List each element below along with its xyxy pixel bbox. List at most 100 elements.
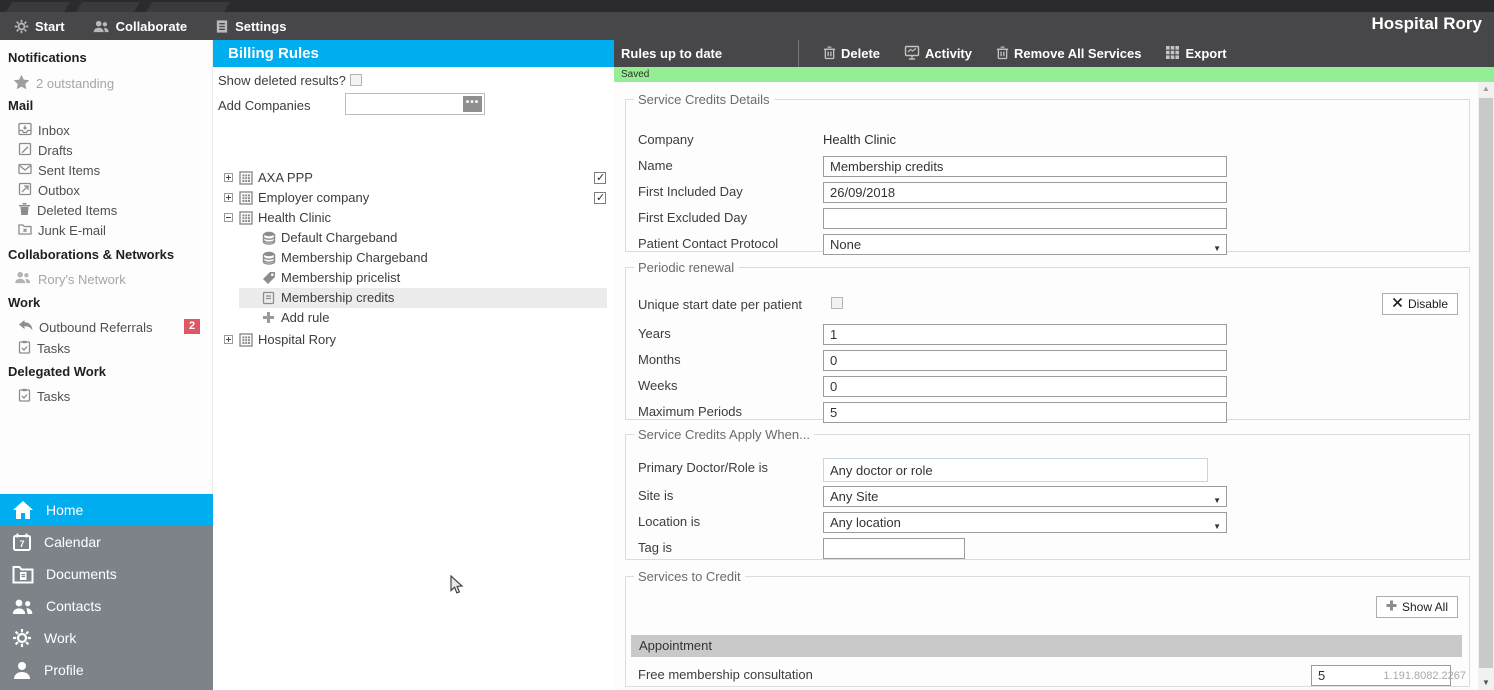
- company-checkbox[interactable]: [594, 191, 606, 204]
- company-checkbox[interactable]: [594, 171, 606, 184]
- remove-all-services-button[interactable]: Remove All Services: [984, 40, 1153, 67]
- nav-item-label: Home: [46, 502, 84, 518]
- nav-item-documents[interactable]: Documents: [0, 558, 213, 590]
- section-legend: Services to Credit: [638, 569, 741, 584]
- tree-row-membership-chargeband[interactable]: Membership Chargeband: [213, 248, 614, 268]
- years-input[interactable]: [823, 324, 1227, 345]
- tree-node-label: Membership credits: [281, 290, 395, 305]
- company-label: Company: [638, 132, 694, 147]
- sidebar-item-work-tasks[interactable]: Tasks: [18, 340, 70, 357]
- primary-doctor-role-input[interactable]: [823, 458, 1208, 482]
- start-button[interactable]: Start: [0, 12, 79, 40]
- unique-start-date-checkbox[interactable]: [831, 297, 843, 309]
- toolbar-divider: [798, 40, 799, 67]
- nav-item-profile[interactable]: Profile: [0, 654, 213, 686]
- rules-detail-panel: Rules up to date Delete Activity Remove …: [614, 40, 1494, 690]
- application-window: Start Collaborate Settings Hospital Rory: [0, 0, 1494, 690]
- tree-row-membership-pricelist[interactable]: Membership pricelist: [213, 268, 614, 288]
- expand-icon[interactable]: [224, 335, 233, 344]
- settings-label: Settings: [235, 18, 287, 34]
- tree-row-axa-ppp[interactable]: AXA PPP: [213, 168, 614, 188]
- work-header: Work: [8, 295, 41, 310]
- show-deleted-checkbox[interactable]: [350, 74, 362, 86]
- delegated-work-header: Delegated Work: [8, 364, 107, 379]
- section-legend: Periodic renewal: [638, 260, 735, 275]
- nav-item-calendar[interactable]: 7 Calendar: [0, 526, 213, 558]
- tree-row-membership-credits[interactable]: Membership credits: [213, 288, 614, 308]
- nav-item-label: Documents: [46, 566, 117, 582]
- settings-button[interactable]: Settings: [201, 12, 300, 40]
- patient-contact-protocol-select[interactable]: None: [823, 234, 1227, 258]
- scroll-up-arrow-icon[interactable]: ▲: [1478, 82, 1494, 96]
- maximum-periods-input[interactable]: [823, 402, 1227, 423]
- sidebar-item-label: Drafts: [38, 143, 73, 158]
- site-is-label: Site is: [638, 488, 674, 503]
- notifications-header: Notifications: [8, 50, 87, 65]
- months-input[interactable]: [823, 350, 1227, 371]
- disable-button[interactable]: Disable: [1381, 293, 1458, 315]
- first-included-day-input[interactable]: [823, 182, 1227, 203]
- add-companies-input[interactable]: •••: [345, 93, 485, 115]
- collaborate-button[interactable]: Collaborate: [79, 12, 202, 40]
- sidebar-item-deleted-items[interactable]: Deleted Items: [18, 202, 117, 219]
- sidebar-item-rorys-network[interactable]: Rory's Network: [14, 270, 126, 288]
- sidebar-item-junk-email[interactable]: Junk E-mail: [18, 222, 106, 239]
- chrome-tab[interactable]: [146, 2, 230, 12]
- nav-item-home[interactable]: Home: [0, 494, 213, 526]
- disable-label: Disable: [1407, 297, 1448, 311]
- scroll-down-arrow-icon[interactable]: ▼: [1478, 676, 1494, 690]
- company-value: Health Clinic: [823, 132, 896, 147]
- collapse-icon[interactable]: [224, 213, 233, 222]
- chrome-tab[interactable]: [76, 2, 140, 12]
- activity-button[interactable]: Activity: [892, 40, 984, 67]
- referrals-count-badge: 2: [184, 319, 200, 334]
- tag-is-label: Tag is: [638, 540, 672, 555]
- start-label: Start: [35, 18, 65, 34]
- show-all-button[interactable]: Show All: [1375, 596, 1458, 618]
- star-icon: [13, 74, 30, 93]
- first-included-day-label: First Included Day: [638, 184, 743, 199]
- expand-icon[interactable]: [224, 193, 233, 202]
- mouse-cursor: [450, 574, 464, 595]
- settings-doc-icon: [215, 19, 229, 34]
- expand-icon[interactable]: [224, 173, 233, 182]
- services-to-credit-section: Services to Credit Show All Appointment …: [625, 569, 1470, 687]
- tag-input[interactable]: [823, 538, 965, 559]
- scrollbar-thumb[interactable]: [1479, 98, 1493, 668]
- name-input[interactable]: [823, 156, 1227, 177]
- nav-item-contacts[interactable]: Contacts: [0, 590, 213, 622]
- tree-row-hospital-rory[interactable]: Hospital Rory: [213, 330, 614, 350]
- vertical-scrollbar[interactable]: ▲ ▼: [1478, 82, 1494, 690]
- sidebar-item-outstanding[interactable]: 2 outstanding: [13, 74, 114, 93]
- export-button[interactable]: Export: [1153, 40, 1238, 67]
- sidebar-item-outbound-referrals[interactable]: Outbound Referrals: [18, 319, 152, 335]
- chrome-tab[interactable]: [6, 2, 70, 12]
- contacts-people-icon: [12, 597, 34, 616]
- documents-folder-icon: [12, 565, 34, 584]
- nav-item-label: Profile: [44, 662, 84, 678]
- nav-item-work[interactable]: Work: [0, 622, 213, 654]
- delete-button[interactable]: Delete: [811, 40, 892, 67]
- inbox-icon: [18, 122, 32, 139]
- first-excluded-day-input[interactable]: [823, 208, 1227, 229]
- weeks-label: Weeks: [638, 378, 678, 393]
- ellipsis-button[interactable]: •••: [463, 96, 482, 112]
- sidebar-item-label: Rory's Network: [38, 271, 126, 287]
- plus-icon: [1386, 600, 1397, 614]
- sidebar-item-drafts[interactable]: Drafts: [18, 142, 73, 159]
- sidebar-item-outbox[interactable]: Outbox: [18, 182, 80, 199]
- tree-row-add-rule[interactable]: Add rule: [213, 308, 614, 328]
- calendar-icon: 7: [12, 532, 32, 552]
- site-select[interactable]: Any Site: [823, 486, 1227, 510]
- sidebar-item-delegated-tasks[interactable]: Tasks: [18, 388, 70, 405]
- service-group-header: Appointment: [631, 635, 1462, 657]
- sidebar-item-sent-items[interactable]: Sent Items: [18, 162, 100, 179]
- sidebar-item-inbox[interactable]: Inbox: [18, 122, 70, 139]
- people-icon: [93, 19, 110, 34]
- tree-row-employer-company[interactable]: Employer company: [213, 188, 614, 208]
- junk-folder-icon: [18, 222, 32, 239]
- tree-row-health-clinic[interactable]: Health Clinic: [213, 208, 614, 228]
- tree-row-default-chargeband[interactable]: Default Chargeband: [213, 228, 614, 248]
- location-select[interactable]: Any location: [823, 512, 1227, 536]
- weeks-input[interactable]: [823, 376, 1227, 397]
